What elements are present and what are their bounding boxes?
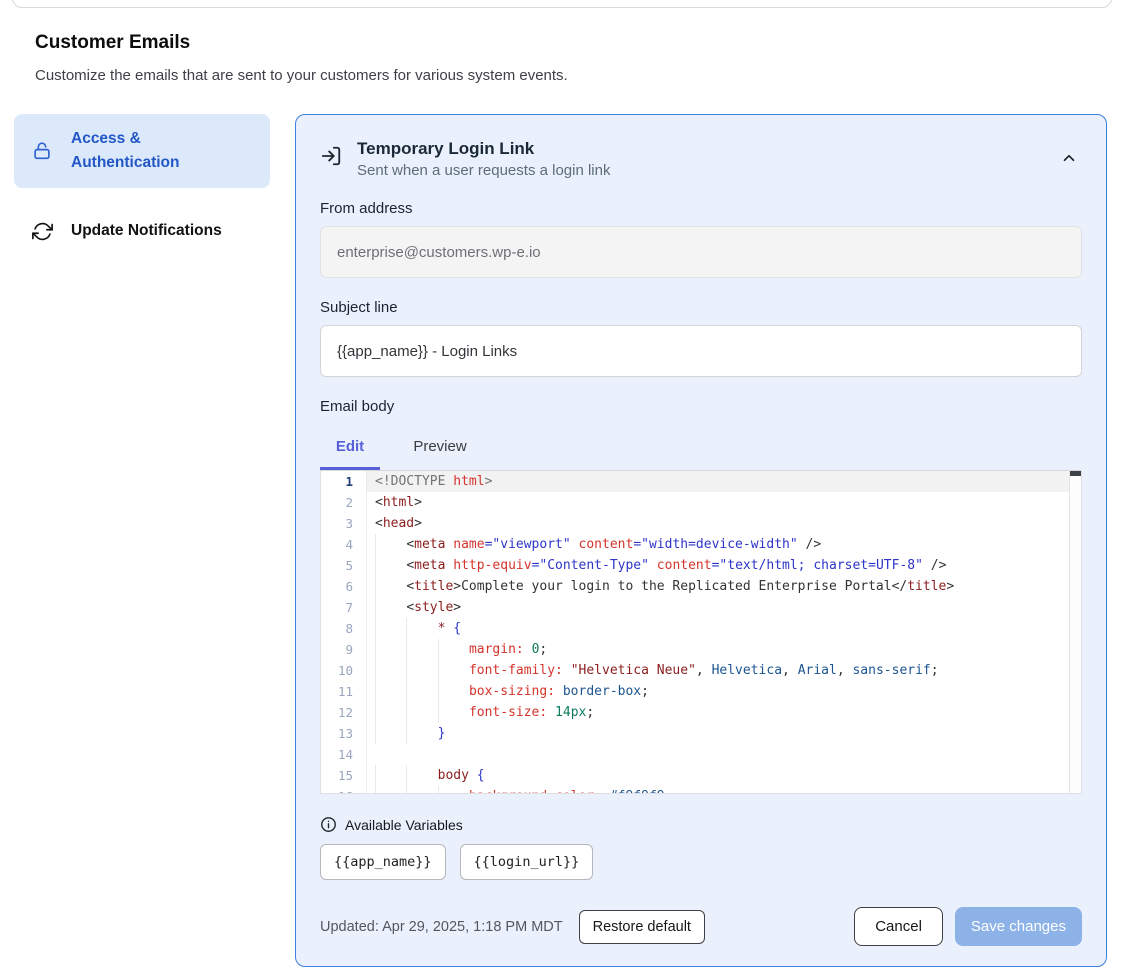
line-number: 3 bbox=[321, 513, 367, 534]
panel-header: Temporary Login Link Sent when a user re… bbox=[320, 139, 1082, 179]
email-body-tabs: Edit Preview bbox=[320, 428, 1082, 470]
code-line[interactable]: 16 background-color: #f9f9f9; bbox=[321, 786, 1081, 794]
line-number: 10 bbox=[321, 660, 367, 681]
code-line[interactable]: 1<!DOCTYPE html> bbox=[321, 471, 1081, 492]
available-variables-row: Available Variables bbox=[320, 816, 1082, 833]
page-title: Customer Emails bbox=[35, 32, 1128, 54]
panel-titles: Temporary Login Link Sent when a user re… bbox=[357, 139, 1041, 179]
line-number: 13 bbox=[321, 723, 367, 744]
line-number: 11 bbox=[321, 681, 367, 702]
panel-title: Temporary Login Link bbox=[357, 139, 1041, 159]
collapse-button[interactable] bbox=[1056, 145, 1082, 171]
line-number: 14 bbox=[321, 744, 367, 765]
editor-vertical-scrollbar[interactable] bbox=[1069, 471, 1081, 793]
line-number: 4 bbox=[321, 534, 367, 555]
sidebar-item-label: Update Notifications bbox=[71, 219, 222, 243]
page-subtitle: Customize the emails that are sent to yo… bbox=[35, 67, 1128, 84]
line-number: 2 bbox=[321, 492, 367, 513]
variable-chip-login-url[interactable]: {{login_url}} bbox=[460, 844, 594, 880]
lock-icon bbox=[30, 139, 54, 163]
code-editor[interactable]: 1<!DOCTYPE html>2<html>3<head>4 <meta na… bbox=[320, 470, 1082, 794]
line-number: 8 bbox=[321, 618, 367, 639]
line-number: 6 bbox=[321, 576, 367, 597]
line-number: 15 bbox=[321, 765, 367, 786]
tab-preview[interactable]: Preview bbox=[402, 428, 478, 470]
line-number: 5 bbox=[321, 555, 367, 576]
save-changes-button[interactable]: Save changes bbox=[955, 907, 1082, 946]
code-editor-lines: 1<!DOCTYPE html>2<html>3<head>4 <meta na… bbox=[321, 471, 1081, 794]
sidebar: Access & Authentication Update Notificat… bbox=[14, 114, 270, 256]
code-line[interactable]: 9 margin: 0; bbox=[321, 639, 1081, 660]
editor-scrollbar-thumb[interactable] bbox=[1070, 471, 1081, 476]
refresh-icon bbox=[30, 219, 54, 243]
code-line[interactable]: 10 font-family: "Helvetica Neue", Helvet… bbox=[321, 660, 1081, 681]
from-address-input[interactable] bbox=[320, 226, 1082, 278]
line-number: 12 bbox=[321, 702, 367, 723]
cancel-button[interactable]: Cancel bbox=[854, 907, 943, 946]
sidebar-item-label: Access & Authentication bbox=[71, 127, 199, 175]
sidebar-item-access-authentication[interactable]: Access & Authentication bbox=[14, 114, 270, 188]
code-line[interactable]: 8 * { bbox=[321, 618, 1081, 639]
panel-footer: Updated: Apr 29, 2025, 1:18 PM MDT Resto… bbox=[320, 907, 1082, 946]
previous-section-card-edge bbox=[12, 0, 1112, 8]
restore-default-button[interactable]: Restore default bbox=[579, 910, 705, 944]
code-line[interactable]: 14 bbox=[321, 744, 1081, 765]
available-variables-label: Available Variables bbox=[345, 817, 463, 833]
code-line[interactable]: 4 <meta name="viewport" content="width=d… bbox=[321, 534, 1081, 555]
panel-subtitle: Sent when a user requests a login link bbox=[357, 162, 1041, 179]
line-number: 7 bbox=[321, 597, 367, 618]
code-line[interactable]: 15 body { bbox=[321, 765, 1081, 786]
code-line[interactable]: 11 box-sizing: border-box; bbox=[321, 681, 1081, 702]
chevron-up-icon bbox=[1060, 149, 1078, 167]
line-number: 16 bbox=[321, 786, 367, 794]
code-line[interactable]: 12 font-size: 14px; bbox=[321, 702, 1081, 723]
variable-chips: {{app_name}} {{login_url}} bbox=[320, 844, 1082, 880]
code-line[interactable]: 7 <style> bbox=[321, 597, 1081, 618]
code-line[interactable]: 13 } bbox=[321, 723, 1081, 744]
variable-chip-app-name[interactable]: {{app_name}} bbox=[320, 844, 446, 880]
line-number: 9 bbox=[321, 639, 367, 660]
email-body-label: Email body bbox=[320, 398, 1082, 415]
sidebar-item-update-notifications[interactable]: Update Notifications bbox=[14, 206, 270, 256]
line-number: 1 bbox=[321, 471, 367, 492]
temporary-login-link-card: Temporary Login Link Sent when a user re… bbox=[295, 114, 1107, 967]
content-row: Access & Authentication Update Notificat… bbox=[0, 114, 1128, 967]
from-address-label: From address bbox=[320, 200, 1082, 217]
code-line[interactable]: 5 <meta http-equiv="Content-Type" conten… bbox=[321, 555, 1081, 576]
code-line[interactable]: 3<head> bbox=[321, 513, 1081, 534]
code-line[interactable]: 2<html> bbox=[321, 492, 1081, 513]
code-line[interactable]: 6 <title>Complete your login to the Repl… bbox=[321, 576, 1081, 597]
subject-line-label: Subject line bbox=[320, 299, 1082, 316]
subject-line-input[interactable] bbox=[320, 325, 1082, 377]
tab-edit[interactable]: Edit bbox=[320, 428, 380, 470]
info-icon bbox=[320, 816, 337, 833]
updated-timestamp: Updated: Apr 29, 2025, 1:18 PM MDT bbox=[320, 919, 563, 935]
login-icon bbox=[320, 145, 342, 167]
